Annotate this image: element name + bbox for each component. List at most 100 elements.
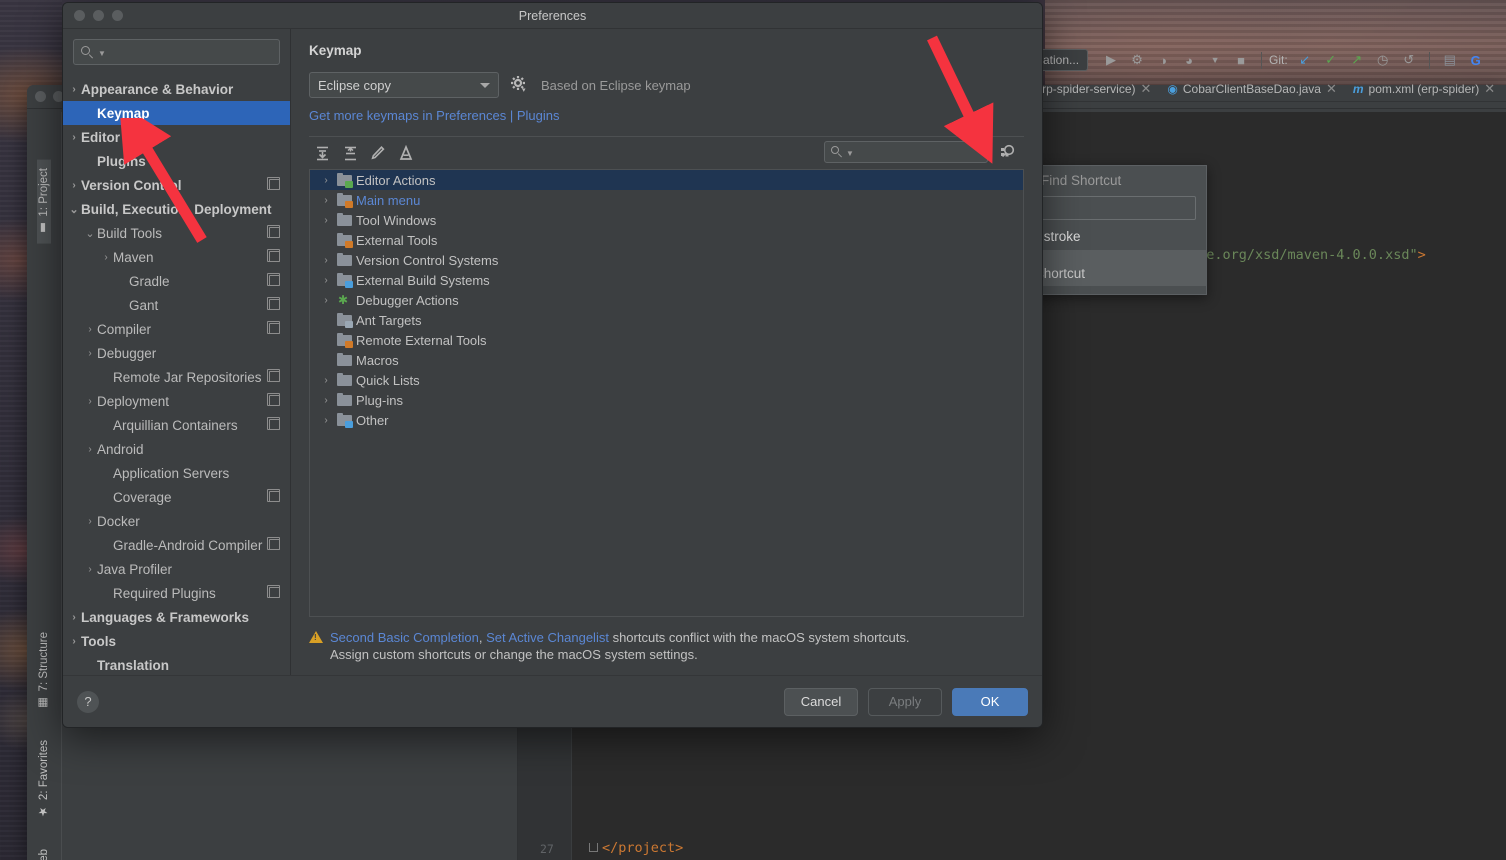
chevron-right-icon[interactable]: › [83,348,97,359]
copy-settings-icon[interactable] [267,273,280,286]
sidebar-item-gant[interactable]: Gant [63,293,290,317]
find-shortcut-input[interactable] [1037,196,1196,220]
chevron-right-icon[interactable]: › [67,612,81,623]
chevron-down-icon[interactable]: ▼ [846,149,854,158]
sidebar-item-editor[interactable]: › Editor [63,125,290,149]
ok-button[interactable]: OK [952,687,1028,716]
git-update-icon[interactable]: ↙ [1292,47,1318,73]
help-button[interactable]: ? [77,690,99,713]
copy-settings-icon[interactable] [267,249,280,262]
find-by-shortcut-button[interactable] [994,139,1020,165]
sidebar-item-arquillian-containers[interactable]: Arquillian Containers [63,413,290,437]
google-translate-icon[interactable]: G [1463,47,1489,73]
copy-settings-icon[interactable] [267,585,280,598]
dropdown-chevron-icon[interactable]: ▼ [1202,47,1228,73]
sidebar-item-languages-frameworks[interactable]: › Languages & Frameworks [63,605,290,629]
chevron-right-icon[interactable]: › [67,636,81,647]
close-icon[interactable]: ✕ [1484,81,1495,97]
close-icon[interactable]: ✕ [1141,81,1152,97]
sidebar-item-gradle[interactable]: Gradle [63,269,290,293]
code-fold-marker[interactable] [589,843,598,852]
chevron-right-icon[interactable]: › [83,564,97,575]
chevron-right-icon[interactable]: › [83,324,97,335]
close-icon[interactable]: ✕ [1326,81,1337,97]
sidebar-item-maven[interactable]: › Maven [63,245,290,269]
chevron-right-icon[interactable]: › [319,415,333,426]
ide-close-button[interactable] [35,91,46,102]
copy-settings-icon[interactable] [267,297,280,310]
show-conflicts-icon[interactable] [393,140,419,166]
preferences-sidebar[interactable]: ▼ › Appearance & Behavior Keymap › Editor Plu… [63,29,291,675]
sidebar-item-coverage[interactable]: Coverage [63,485,290,509]
chevron-right-icon[interactable]: › [99,252,113,263]
run-icon[interactable]: ▶ [1098,47,1124,73]
settings-category-tree[interactable]: › Appearance & Behavior Keymap › Editor Plugi… [63,77,290,675]
keymap-dropdown[interactable]: Eclipse copy [309,72,499,98]
git-history-icon[interactable]: ◷ [1370,47,1396,73]
copy-settings-icon[interactable] [267,225,280,238]
keymap-tree-toolbar[interactable]: ▼ [309,137,1024,169]
sidebar-item-tools[interactable]: › Tools [63,629,290,653]
action-tree-row[interactable]: › External Build Systems [310,270,1023,290]
sidebar-item-docker[interactable]: › Docker [63,509,290,533]
edit-shortcut-icon[interactable] [365,140,391,166]
action-tree-row[interactable]: › Tool Windows [310,210,1023,230]
copy-settings-icon[interactable] [267,393,280,406]
chevron-right-icon[interactable]: › [319,295,333,306]
profile-icon[interactable]: ◕ [1176,47,1202,73]
action-tree-row[interactable]: › Editor Actions [310,170,1023,190]
action-tree-row[interactable]: › Plug-ins [310,390,1023,410]
sidebar-item-plugins[interactable]: Plugins [63,149,290,173]
get-more-keymaps-link[interactable]: Get more keymaps in Preferences | Plugin… [309,108,1024,123]
chevron-right-icon[interactable]: › [319,215,333,226]
settings-search-input[interactable]: ▼ [73,39,280,65]
action-tree-row[interactable]: › Other [310,410,1023,430]
action-tree-row[interactable]: › Version Control Systems [310,250,1023,270]
sidebar-item-debugger[interactable]: › Debugger [63,341,290,365]
expand-all-icon[interactable] [309,140,335,166]
copy-settings-icon[interactable] [267,537,280,550]
action-tree-row[interactable]: Remote External Tools [310,330,1023,350]
chevron-down-icon[interactable]: ▼ [98,50,106,58]
sidebar-item-gradle-android-compiler[interactable]: Gradle-Android Compiler [63,533,290,557]
copy-settings-icon[interactable] [267,417,280,430]
chevron-right-icon[interactable]: › [319,275,333,286]
chevron-right-icon[interactable]: › [83,396,97,407]
tool-tab-structure[interactable]: ▦ 7: Structure [37,624,51,718]
keymap-action-tree[interactable]: › Editor Actions › Main menu › Tool Windows Ex… [309,169,1024,617]
action-tree-row[interactable]: Macros [310,350,1023,370]
tool-tab-web[interactable]: ◍ Web [37,841,51,860]
sidebar-item-version-control[interactable]: › Version Control [63,173,290,197]
sidebar-item-keymap[interactable]: Keymap [63,101,290,125]
cancel-button[interactable]: Cancel [784,687,858,716]
sidebar-item-java-profiler[interactable]: › Java Profiler [63,557,290,581]
sidebar-item-deployment[interactable]: › Deployment [63,389,290,413]
warning-link-set-active-changelist[interactable]: Set Active Changelist [486,630,609,645]
action-tree-row[interactable]: › Quick Lists [310,370,1023,390]
apply-button[interactable]: Apply [868,687,942,716]
chevron-right-icon[interactable]: › [83,444,97,455]
sidebar-item-appearance-behavior[interactable]: › Appearance & Behavior [63,77,290,101]
collapse-all-icon[interactable] [337,140,363,166]
sidebar-item-translation[interactable]: Translation [63,653,290,675]
sidebar-item-required-plugins[interactable]: Required Plugins [63,581,290,605]
chevron-right-icon[interactable]: › [319,395,333,406]
sidebar-item-compiler[interactable]: › Compiler [63,317,290,341]
sidebar-item-android[interactable]: › Android [63,437,290,461]
sidebar-item-build-execution-deployment[interactable]: ⌄ Build, Execution, Deployment [63,197,290,221]
action-search-input[interactable]: ▼ [824,141,988,163]
action-tree-row[interactable]: Ant Targets [310,310,1023,330]
action-tree-row[interactable]: › Main menu [310,190,1023,210]
tool-tab-project[interactable]: ▮ 1: Project [37,160,51,244]
action-tree-row[interactable]: › ✱ Debugger Actions [310,290,1023,310]
chevron-right-icon[interactable]: › [319,255,333,266]
chevron-down-icon[interactable]: ⌄ [67,203,81,216]
chevron-down-icon[interactable]: ⌄ [83,227,97,240]
copy-settings-icon[interactable] [267,177,280,190]
git-revert-icon[interactable]: ↺ [1396,47,1422,73]
tool-tab-favorites[interactable]: ★ 2: Favorites [37,732,51,827]
preferences-dialog[interactable]: Preferences ▼ › Appearance & Behavior Keym… [62,2,1043,728]
project-structure-icon[interactable]: ▤ [1437,47,1463,73]
chevron-right-icon[interactable]: › [319,175,333,186]
debug-icon[interactable]: ⚙ [1124,47,1150,73]
